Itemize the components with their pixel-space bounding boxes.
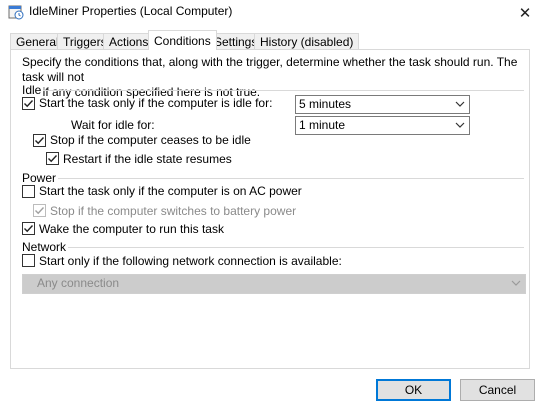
idle-duration-value: 5 minutes [299,97,352,111]
network-connection-value: Any connection [37,276,120,290]
description-line-1: Specify the conditions that, along with … [22,55,518,84]
network-condition-label: Start only if the following network conn… [39,254,342,268]
conditions-description: Specify the conditions that, along with … [22,55,522,100]
network-condition-checkbox[interactable] [22,254,35,267]
ac-power-checkbox[interactable] [22,185,35,198]
wait-for-idle-value: 1 minute [299,118,346,132]
power-group-label: Power [22,171,59,185]
wake-computer-checkbox[interactable] [22,222,35,235]
checkmark-icon [35,207,45,215]
network-connection-dropdown[interactable]: Any connection [22,274,526,294]
battery-stop-checkbox[interactable] [33,204,46,217]
idle-duration-dropdown[interactable]: 5 minutes [295,95,470,114]
stop-if-not-idle-checkbox[interactable] [33,134,46,147]
cancel-button[interactable]: Cancel [460,379,535,401]
tab-conditions[interactable]: Conditions [148,30,217,50]
close-button[interactable]: ✕ [510,0,540,26]
stop-if-not-idle-label: Stop if the computer ceases to be idle [50,133,251,147]
battery-stop-label: Stop if the computer switches to battery… [50,204,297,218]
start-if-idle-checkbox[interactable] [22,97,35,110]
window-title: IdleMiner Properties (Local Computer) [29,4,233,18]
wake-computer-label: Wake the computer to run this task [39,222,224,236]
checkmark-icon [24,100,34,108]
network-group-label: Network [22,240,69,254]
tab-actions[interactable]: Actions [103,33,155,50]
chevron-down-icon [455,122,465,128]
task-scheduler-icon [8,4,24,20]
chevron-down-icon [511,280,521,286]
ac-power-label: Start the task only if the computer is o… [39,184,302,198]
checkmark-icon [35,137,45,145]
wait-for-idle-label: Wait for idle for: [71,118,155,132]
start-if-idle-label: Start the task only if the computer is i… [39,96,273,110]
idle-group-label: Idle [22,83,44,97]
chevron-down-icon [455,101,465,107]
restart-if-idle-checkbox[interactable] [46,152,59,165]
ok-button[interactable]: OK [376,379,451,401]
checkmark-icon [24,225,34,233]
network-group-divider [22,247,524,248]
idle-group-divider [22,90,524,91]
power-group-divider [22,178,524,179]
wait-for-idle-dropdown[interactable]: 1 minute [295,116,470,135]
restart-if-idle-label: Restart if the idle state resumes [63,152,232,166]
tab-history[interactable]: History (disabled) [254,33,360,50]
checkmark-icon [48,155,58,163]
